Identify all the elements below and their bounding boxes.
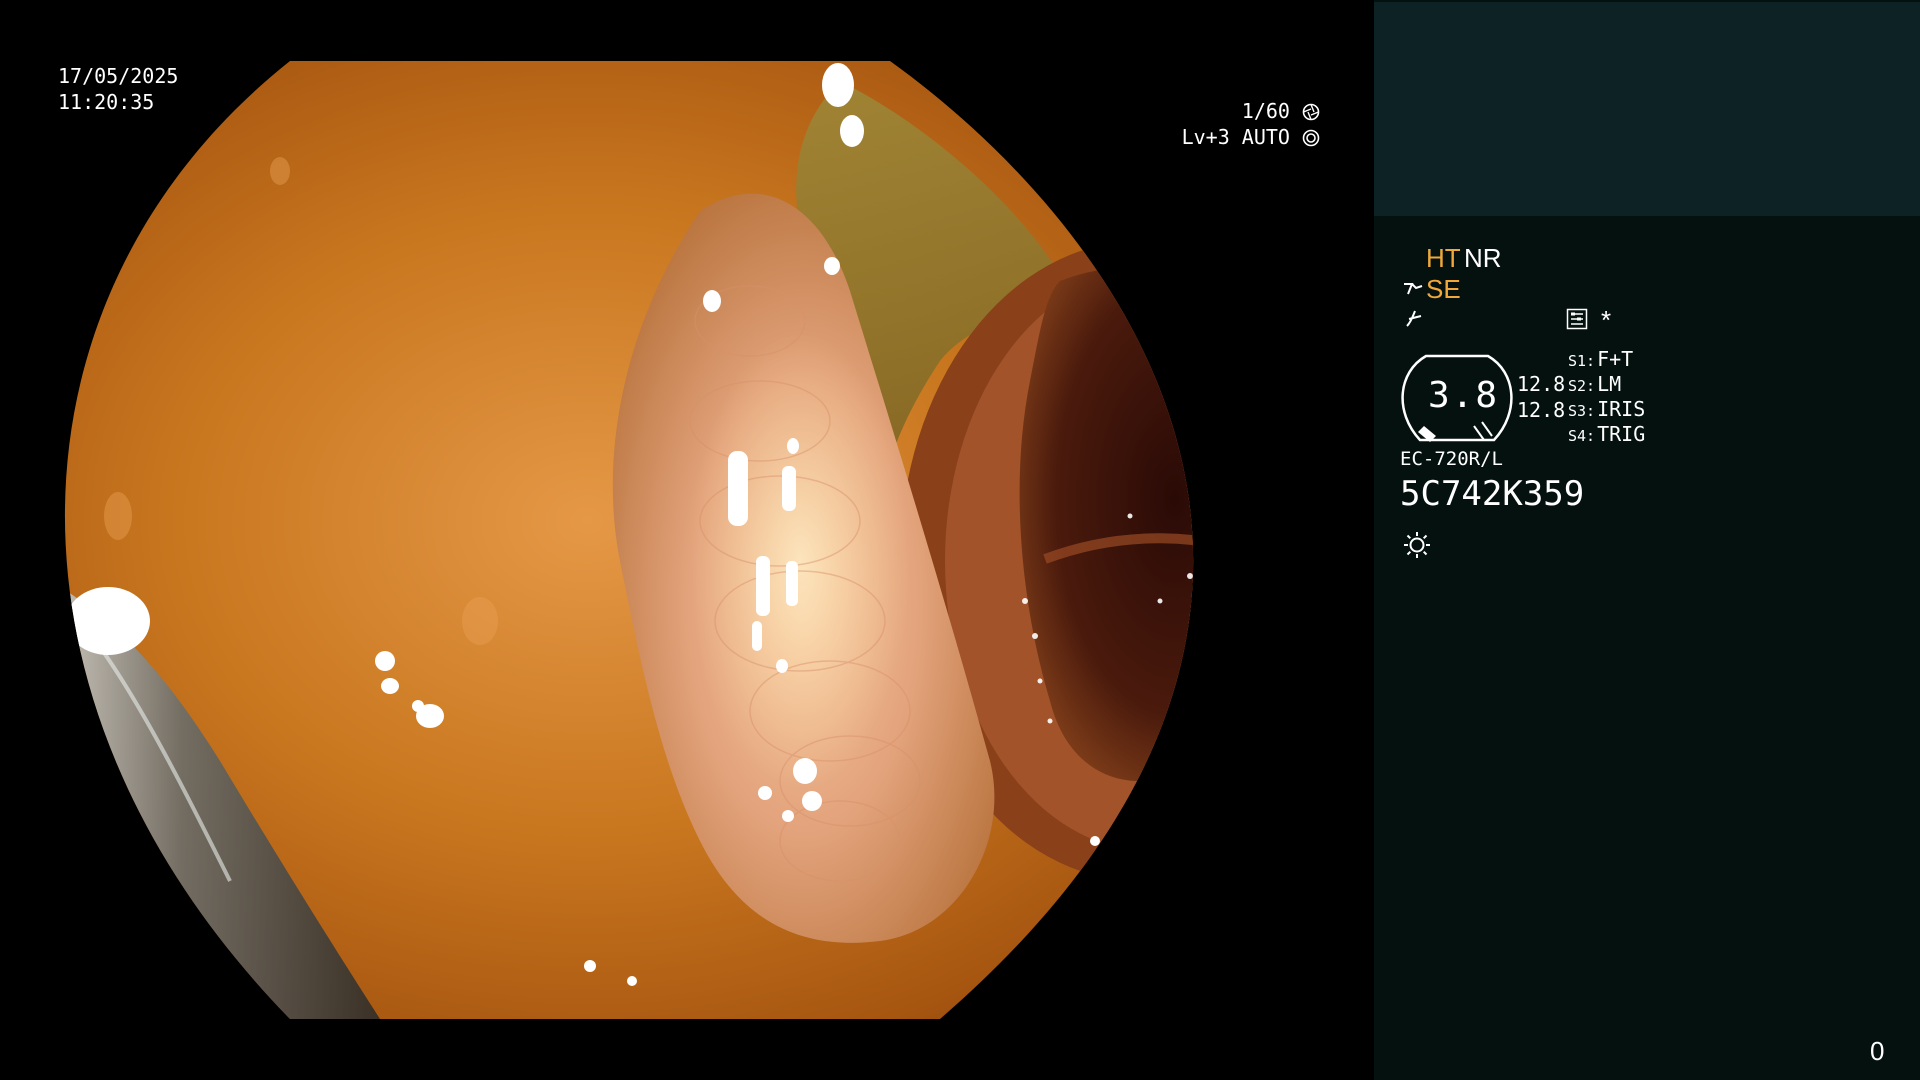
- exposure-text: Lv+3 AUTO: [1181, 125, 1290, 149]
- page-counter: 0: [1870, 1036, 1885, 1066]
- structure-icon: [1406, 310, 1422, 327]
- mode-nr-label: NR: [1464, 243, 1502, 273]
- scope-model: EC-720R/L: [1400, 448, 1503, 470]
- exposure-row: Lv+3 AUTO: [1182, 124, 1320, 150]
- switch-row-s2: S2: LM: [1568, 372, 1621, 396]
- switch-key: S4:: [1568, 427, 1596, 445]
- mode-ht-label: HT: [1426, 243, 1461, 273]
- iris-icon: [1302, 129, 1320, 147]
- endoscopic-image: [64, 61, 1194, 1019]
- timestamp: 17/05/2025 11:20:35: [58, 63, 178, 115]
- switch-value: IRIS: [1597, 397, 1646, 421]
- switch-row-s4: S4: TRIG: [1568, 422, 1645, 446]
- exposure-info: 1/60 Lv+3 AUTO: [1182, 98, 1320, 150]
- switch-row-s1: S1: F+T: [1568, 347, 1633, 371]
- scope-serial: 5C742K359: [1400, 474, 1585, 514]
- shutter-row: 1/60: [1182, 98, 1320, 124]
- switch-key: S1:: [1568, 352, 1596, 370]
- switch-row-s3: S3: IRIS: [1568, 397, 1645, 421]
- aperture-icon: [1302, 103, 1320, 121]
- info-panel: HT NR SE * 3.8 12.8 12.8 S1: F+T S2: LM S3…: [1374, 0, 1920, 1080]
- shutter-text: 1/60: [1241, 99, 1290, 123]
- switch-value: F+T: [1597, 347, 1634, 371]
- zoom-scale-lower: 12.8: [1517, 398, 1566, 422]
- asterisk-indicator: *: [1601, 305, 1612, 335]
- enhancement-icon: [1404, 283, 1423, 295]
- switch-key: S3:: [1568, 402, 1596, 420]
- mode-se-label: SE: [1426, 274, 1461, 304]
- info-panel-header: [1374, 2, 1920, 216]
- zoom-value: 3.8: [1428, 375, 1500, 416]
- switch-key: S2:: [1568, 377, 1596, 395]
- date-text: 17/05/2025: [58, 64, 179, 88]
- zoom-scale-upper: 12.8: [1517, 372, 1566, 396]
- light-icon: [1404, 532, 1430, 558]
- endoscope-view: 17/05/2025 11:20:35 1/60 Lv+3 AUTO: [0, 0, 1374, 1080]
- menu-icon: [1566, 308, 1588, 330]
- switch-value: TRIG: [1597, 422, 1646, 446]
- time-text: 11:20:35: [58, 90, 155, 114]
- switch-value: LM: [1597, 372, 1622, 396]
